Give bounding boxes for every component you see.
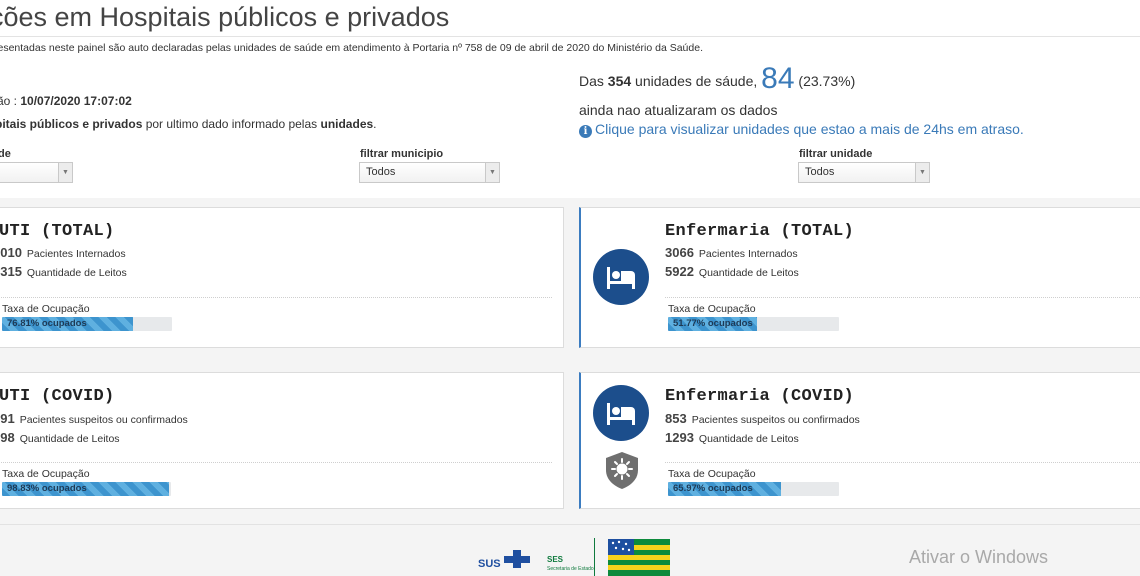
stat-label: Quantidade de Leitos [698, 267, 799, 279]
hospital-bed-icon [593, 249, 649, 305]
stat-value: 1293 [665, 430, 694, 445]
stat-beds: 1315 Quantidade de Leitos [0, 264, 127, 279]
outdated-units-link[interactable]: i Clique para visualizar unidades que est… [579, 121, 1024, 138]
outdated-units-link-text: Clique para visualizar unidades que esta… [595, 121, 1024, 137]
panel-description: pitais públicos e privados por ultimo da… [0, 117, 377, 131]
stat-label: Quantidade de Leitos [26, 267, 127, 279]
chevron-down-icon: ▼ [58, 163, 72, 182]
ses-logo-subtitle: Secretaria de Estado [547, 566, 594, 572]
windows-activation-watermark: Ativar o Windows [909, 547, 1049, 567]
filter-select-partial[interactable]: ▼ [0, 162, 73, 183]
units-outdated-count: 84 [761, 62, 795, 95]
stat-label: Pacientes Internados [698, 248, 798, 260]
occupancy-label: Taxa de Ocupação [668, 468, 756, 480]
units-middle: unidades de sáude, [631, 73, 762, 89]
stat-beds: 1293 Quantidade de Leitos [665, 430, 799, 445]
occupancy-label: Taxa de Ocupação [668, 303, 756, 315]
chevron-down-icon: ▼ [485, 163, 499, 182]
sus-cross-icon [504, 550, 530, 568]
occupancy-text: 65.97% ocupados [673, 483, 753, 494]
stat-value: 5922 [665, 264, 694, 279]
stat-value: 591 [0, 411, 15, 426]
occupancy-text: 76.81% ocupados [7, 318, 87, 329]
stat-value: 853 [665, 411, 687, 426]
stat-label: Pacientes Internados [26, 248, 126, 260]
stat-value: 1315 [0, 264, 22, 279]
card-uti-total: UTI (TOTAL) 1010 Pacientes Internados 131… [0, 207, 564, 348]
card-title: UTI (TOTAL) [0, 222, 115, 241]
card-enfermaria-total: Enfermaria (TOTAL) 3066 Pacientes Interna… [579, 207, 1140, 348]
stat-label: Quantidade de Leitos [19, 433, 120, 445]
occupancy-label: Taxa de Ocupação [2, 303, 90, 315]
card-enfermaria-covid: Enfermaria (COVID) 853 Pacientes suspeito… [579, 372, 1140, 509]
last-update-label: ão : [0, 94, 18, 108]
sus-logo-text: SUS [478, 558, 501, 570]
divider [665, 462, 1140, 463]
filter-unidade-value: Todos [805, 166, 835, 178]
units-status: Das 354 unidades de sáude, 84 (23.73%) [579, 62, 855, 96]
hospital-bed-icon [593, 385, 649, 441]
chevron-down-icon: ▼ [915, 163, 929, 182]
filter-label-partial: de [0, 148, 11, 160]
occupancy-label: Taxa de Ocupação [2, 468, 90, 480]
filter-municipio-value: Todos [366, 166, 396, 178]
divider [0, 297, 552, 298]
filter-municipio-label: filtrar municipio [360, 148, 444, 160]
stat-label: Quantidade de Leitos [698, 433, 799, 445]
page-title: ções em Hospitais públicos e privados [0, 2, 450, 32]
occupancy-text: 51.77% ocupados [673, 318, 753, 329]
stat-label: Pacientes suspeitos ou confirmados [19, 414, 188, 426]
desc-part4: . [373, 117, 377, 131]
stat-patients: 853 Pacientes suspeitos ou confirmados [665, 411, 860, 426]
logo-divider [594, 538, 595, 576]
occupancy-text: 98.83% ocupados [7, 483, 87, 494]
units-prefix: Das [579, 73, 608, 89]
occupancy-progress: 98.83% ocupados [2, 482, 171, 496]
stat-value: 598 [0, 430, 15, 445]
divider [665, 297, 1140, 298]
stat-beds: 598 Quantidade de Leitos [0, 430, 120, 445]
stat-patients: 591 Pacientes suspeitos ou confirmados [0, 411, 188, 426]
occupancy-progress: 65.97% ocupados [668, 482, 839, 496]
virus-shield-icon [603, 450, 641, 490]
filter-unidade-select[interactable]: Todos ▼ [798, 162, 930, 183]
stat-beds: 5922 Quantidade de Leitos [665, 264, 799, 279]
desc-part2: por ultimo dado informado pelas [142, 117, 321, 131]
stat-value: 3066 [665, 245, 694, 260]
disclaimer-text: resentadas neste painel são auto declara… [0, 42, 703, 54]
filter-municipio-select[interactable]: Todos ▼ [359, 162, 500, 183]
desc-part3: unidades [320, 117, 374, 131]
units-percent: (23.73%) [794, 73, 856, 89]
sus-logo: SUS [478, 550, 530, 570]
last-update: ão : 10/07/2020 17:07:02 [0, 94, 132, 108]
goias-flag-logo [608, 539, 670, 576]
occupancy-progress: 51.77% ocupados [668, 317, 839, 331]
units-total: 354 [607, 73, 632, 89]
divider [0, 462, 552, 463]
stat-value: 1010 [0, 245, 22, 260]
card-title: Enfermaria (TOTAL) [665, 222, 855, 241]
stat-patients: 3066 Pacientes Internados [665, 245, 798, 260]
occupancy-progress: 76.81% ocupados [2, 317, 172, 331]
desc-part1: pitais públicos e privados [0, 117, 143, 131]
ses-logo: SES [547, 555, 564, 564]
card-title: UTI (COVID) [0, 387, 115, 406]
last-update-datetime: 10/07/2020 17:07:02 [20, 94, 132, 108]
card-title: Enfermaria (COVID) [665, 387, 855, 406]
units-subtext: ainda nao atualizaram os dados [579, 102, 778, 118]
card-uti-covid: UTI (COVID) 591 Pacientes suspeitos ou co… [0, 372, 564, 509]
filter-unidade-label: filtrar unidade [799, 148, 873, 160]
stat-patients: 1010 Pacientes Internados [0, 245, 126, 260]
info-icon: i [579, 125, 592, 138]
stat-label: Pacientes suspeitos ou confirmados [691, 414, 860, 426]
title-divider [0, 36, 1140, 37]
